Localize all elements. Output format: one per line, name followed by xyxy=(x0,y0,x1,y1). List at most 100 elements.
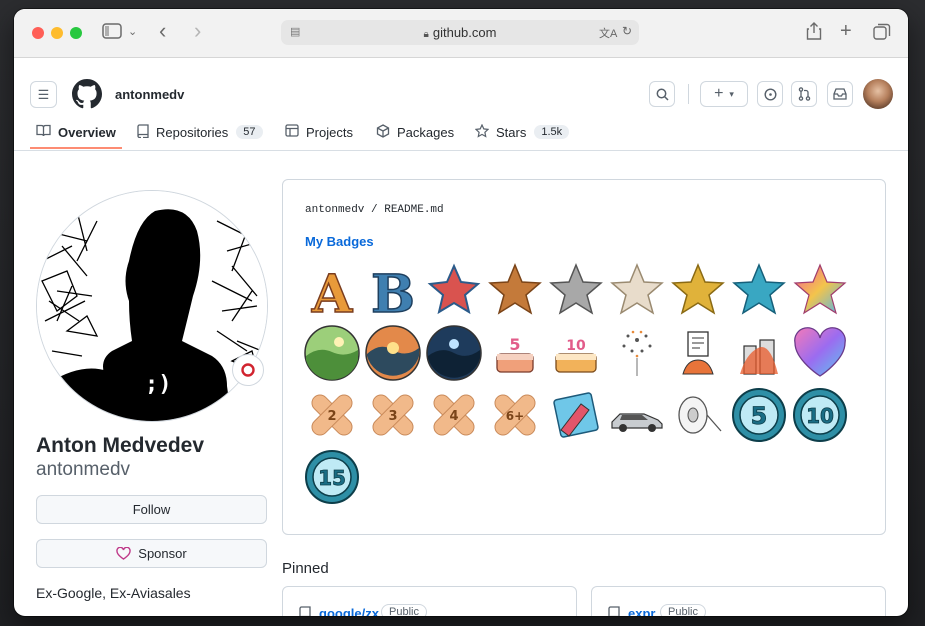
issues-button[interactable] xyxy=(757,81,783,107)
badge-birthday-cake-5[interactable]: 5 xyxy=(486,324,544,382)
svg-text:6+: 6+ xyxy=(506,409,524,423)
follow-button[interactable]: Follow xyxy=(36,495,267,524)
badge-letter-b[interactable]: B xyxy=(364,262,422,320)
tab-stars-label: Stars xyxy=(496,124,527,140)
badge-teal-star[interactable] xyxy=(730,262,788,320)
browser-window: ⌄ ‹ › ▤ 🔒︎github.com 文A ↻ + ☰ antonmedv xyxy=(14,9,908,616)
zoom-window-button[interactable] xyxy=(70,27,82,39)
lock-icon: 🔒︎ xyxy=(423,29,429,40)
badge-pearl-star[interactable] xyxy=(608,262,666,320)
badge-letter-a[interactable]: A xyxy=(303,262,361,320)
inbox-icon xyxy=(833,88,847,100)
badge-anniversary-10[interactable]: 10 xyxy=(791,386,849,444)
status-button[interactable] xyxy=(232,354,264,386)
heart-icon xyxy=(116,547,131,560)
github-header: ☰ antonmedv + ▾ Overview Repositories 57… xyxy=(14,58,908,151)
readme-path[interactable]: antonmedv / README.md xyxy=(305,204,444,216)
issue-opened-icon xyxy=(763,87,777,101)
profile-name: Anton Medvedev xyxy=(36,434,205,457)
inbox-button[interactable] xyxy=(827,81,853,107)
pinned-card-expr: expr Public xyxy=(591,586,886,616)
avatar-illustration: ;) xyxy=(37,191,267,421)
readme-title[interactable]: My Badges xyxy=(305,234,374,249)
url-bar[interactable]: ▤ 🔒︎ github.com 文A ↻ xyxy=(281,20,639,45)
badge-bronze-star[interactable] xyxy=(486,262,544,320)
badge-delorean-car[interactable] xyxy=(608,386,666,444)
back-icon[interactable]: ‹ xyxy=(159,20,166,42)
hamburger-icon: ☰ xyxy=(37,86,50,102)
svg-text:3: 3 xyxy=(388,409,397,424)
star-icon xyxy=(474,123,490,141)
reload-icon[interactable]: ↻ xyxy=(622,24,632,38)
tab-repositories[interactable]: Repositories 57 xyxy=(137,121,263,143)
badge-bandage-4[interactable]: 4 xyxy=(425,386,483,444)
chevron-down-icon[interactable]: ⌄ xyxy=(128,22,137,42)
badge-sunset-landscape[interactable] xyxy=(364,324,422,382)
tab-packages[interactable]: Packages xyxy=(376,121,454,143)
github-logo-icon[interactable] xyxy=(72,79,102,114)
badge-gold-star[interactable] xyxy=(669,262,727,320)
badge-burning-document[interactable] xyxy=(669,324,727,382)
translate-icon[interactable]: 文A xyxy=(599,25,617,41)
pinned-repo-link[interactable]: expr xyxy=(628,606,655,616)
header-divider xyxy=(688,84,689,104)
profile-login: antonmedv xyxy=(36,459,131,480)
badge-bandage-6-plus[interactable]: 6+ xyxy=(486,386,544,444)
badge-anniversary-15[interactable]: 15 xyxy=(303,448,361,506)
user-avatar[interactable] xyxy=(863,79,893,109)
badge-broom[interactable] xyxy=(547,386,605,444)
tab-packages-label: Packages xyxy=(397,124,455,140)
badge-anniversary-5[interactable]: 5 xyxy=(730,386,788,444)
visibility-badge: Public xyxy=(381,604,427,616)
sidebar-toggle-icon[interactable] xyxy=(102,23,122,45)
badge-silver-star[interactable] xyxy=(547,262,605,320)
badge-toilet-paper[interactable] xyxy=(669,386,727,444)
svg-text:15: 15 xyxy=(318,466,346,490)
repo-icon xyxy=(608,606,620,616)
pull-requests-button[interactable] xyxy=(791,81,817,107)
sponsor-button[interactable]: Sponsor xyxy=(36,539,267,568)
badge-fireworks[interactable] xyxy=(608,324,666,382)
repositories-counter: 57 xyxy=(236,125,263,139)
tab-overview-label: Overview xyxy=(58,124,116,140)
badge-green-landscape[interactable] xyxy=(303,324,361,382)
menu-button[interactable]: ☰ xyxy=(30,81,57,108)
search-button[interactable] xyxy=(649,81,675,107)
new-tab-icon[interactable]: + xyxy=(840,21,852,41)
create-new-button[interactable]: + ▾ xyxy=(700,81,748,107)
badge-bandage-3[interactable]: 3 xyxy=(364,386,422,444)
browser-toolbar: ⌄ ‹ › ▤ 🔒︎ github.com 文A ↻ + xyxy=(14,9,908,58)
pinned-repo-link[interactable]: google/zx xyxy=(319,606,379,616)
tab-overview-icon[interactable] xyxy=(873,23,891,47)
badge-mosaic-star[interactable] xyxy=(425,262,483,320)
git-pull-request-icon xyxy=(798,87,810,101)
table-icon xyxy=(285,124,299,140)
forward-icon[interactable]: › xyxy=(194,20,201,42)
profile-avatar[interactable]: ;) xyxy=(36,190,268,422)
stars-counter: 1.5k xyxy=(534,125,570,139)
svg-text:;): ;) xyxy=(145,372,172,397)
svg-text:5: 5 xyxy=(509,335,520,354)
share-icon[interactable] xyxy=(806,22,822,46)
url-value: github.com xyxy=(432,25,497,40)
badge-night-landscape[interactable] xyxy=(425,324,483,382)
badge-burning-buildings[interactable] xyxy=(730,324,788,382)
repo-icon xyxy=(137,123,149,141)
svg-text:A: A xyxy=(311,264,353,320)
package-icon xyxy=(376,123,390,141)
badge-bandage-2[interactable]: 2 xyxy=(303,386,361,444)
tab-stars[interactable]: Stars 1.5k xyxy=(474,121,570,143)
plus-icon: + xyxy=(714,85,724,102)
close-window-button[interactable] xyxy=(32,27,44,39)
minimize-window-button[interactable] xyxy=(51,27,63,39)
svg-text:5: 5 xyxy=(751,402,768,430)
pinned-card-zx: google/zx Public xyxy=(282,586,577,616)
repo-icon xyxy=(299,606,311,616)
header-username[interactable]: antonmedv xyxy=(115,87,184,102)
badge-rainbow-star[interactable] xyxy=(791,262,849,320)
badge-crystal-heart[interactable] xyxy=(791,324,849,382)
tab-projects[interactable]: Projects xyxy=(285,121,353,143)
svg-text:B: B xyxy=(371,264,415,320)
tab-overview[interactable]: Overview xyxy=(36,121,116,143)
badge-birthday-cake-10[interactable]: 10 xyxy=(547,324,605,382)
